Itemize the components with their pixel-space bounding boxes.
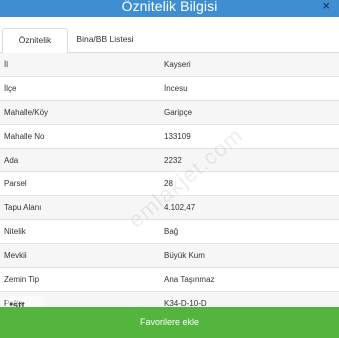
table-row: İlçe İncesu <box>0 76 339 101</box>
table-row: Tapu Alanı 4.102,47 <box>0 196 339 221</box>
row-key: Nitelik <box>4 227 26 237</box>
attribute-table: İl Kayseri İlçe İncesu Mahalle/Köy Garip… <box>0 53 339 316</box>
row-key: Tapu Alanı <box>4 203 42 213</box>
table-row: Ada 2232 <box>0 148 339 173</box>
row-key: Ada <box>4 155 19 165</box>
row-key: Parsel <box>4 179 27 189</box>
row-value: Ana Taşınmaz <box>164 275 215 285</box>
tab-bina-bb-listesi[interactable]: Bina/BB Listesi <box>70 28 140 54</box>
row-key: Zemin Tip <box>4 275 40 285</box>
table-row: Nitelik Bağ <box>0 220 339 245</box>
dialog-title: Öznitelik Bilgisi <box>121 0 218 14</box>
dialog-header: Öznitelik Bilgisi × <box>0 0 339 17</box>
row-value: 4.102,47 <box>164 203 196 213</box>
row-value: 28 <box>164 179 173 189</box>
row-value: 133109 <box>164 131 191 141</box>
row-key: Mahalle No <box>4 131 45 141</box>
row-key: Mevkii <box>4 251 27 261</box>
table-row: Mahalle No 133109 <box>0 124 339 149</box>
row-value: Kayseri <box>164 60 191 69</box>
row-key: İlçe <box>4 83 17 93</box>
close-icon[interactable]: × <box>322 0 330 14</box>
row-value: 2232 <box>164 155 182 165</box>
row-value: Büyük Kum <box>164 251 205 261</box>
tab-bar: Öznitelik Bilgisi Bina/BB Listesi <box>0 17 339 67</box>
table-row: Mevkii Büyük Kum <box>0 244 339 269</box>
row-key: İl <box>4 60 8 69</box>
tab-oznitelik-bilgisi[interactable]: Öznitelik Bilgisi <box>2 28 68 67</box>
row-key: Mahalle/Köy <box>4 107 49 117</box>
row-value: İncesu <box>164 83 188 93</box>
row-value: Bağ <box>164 227 179 237</box>
table-row: İl Kayseri <box>0 53 339 77</box>
add-to-favorites-button[interactable]: Favorilere ekle <box>0 307 339 338</box>
row-value: Garipçe <box>164 107 193 117</box>
table-row: Zemin Tip Ana Taşınmaz <box>0 268 339 292</box>
table-row: Mahalle/Köy Garipçe <box>0 100 339 125</box>
table-row: Parsel 28 <box>0 172 339 197</box>
